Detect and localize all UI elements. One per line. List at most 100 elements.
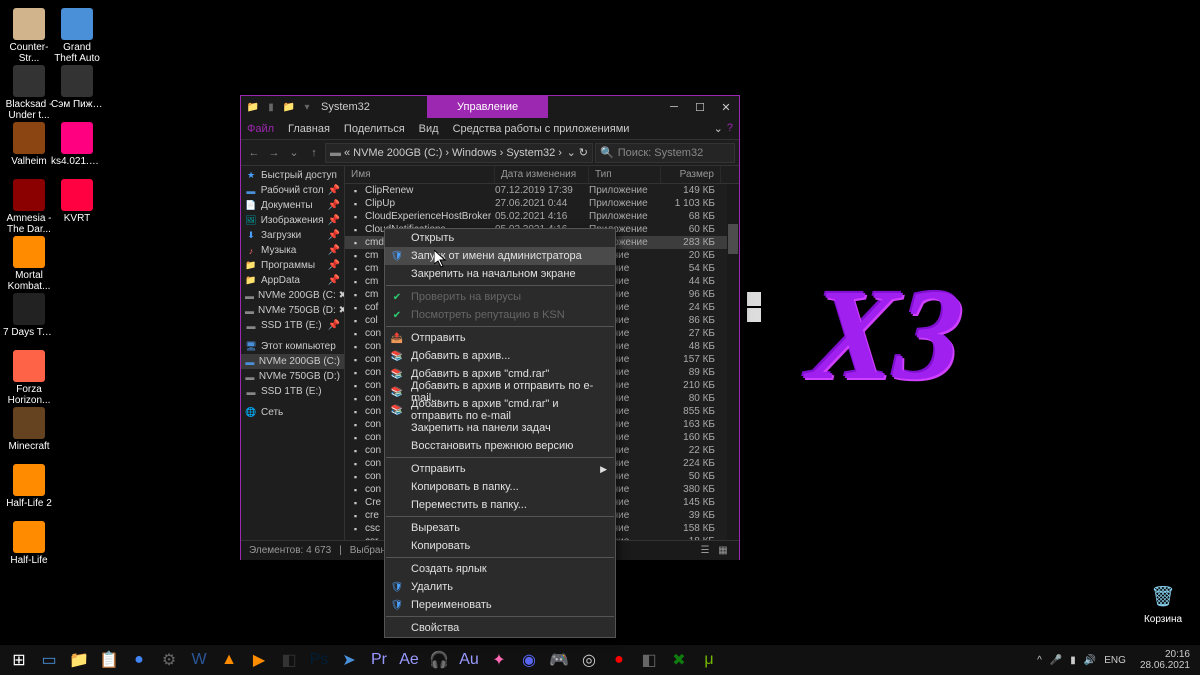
context-menu-item[interactable]: Свойства	[385, 619, 615, 637]
context-menu-item[interactable]: Восстановить прежнюю версию	[385, 437, 615, 455]
help-icon[interactable]: ?	[727, 122, 733, 135]
desktop-icon[interactable]: Half-Life	[6, 521, 52, 566]
taskbar-button[interactable]: ▶	[244, 645, 274, 675]
scrollbar[interactable]	[727, 184, 739, 540]
col-size[interactable]: Размер	[661, 166, 721, 183]
context-menu-item[interactable]: 🛡Запуск от имени администратора	[385, 247, 615, 265]
sidebar-item[interactable]: ▬NVMe 200GB (C:)	[241, 354, 344, 369]
desktop-icon[interactable]: Grand Theft Auto IV	[54, 8, 100, 64]
tab-apptools[interactable]: Средства работы с приложениями	[453, 123, 630, 135]
taskbar-button[interactable]: μ	[694, 645, 724, 675]
col-date[interactable]: Дата изменения	[495, 166, 589, 183]
manage-tab[interactable]: Управление	[427, 96, 548, 118]
taskbar-button[interactable]: 📁	[64, 645, 94, 675]
view-icons-button[interactable]: ▦	[715, 544, 731, 558]
sidebar-item[interactable]: ♪Музыка📌	[241, 243, 344, 258]
desktop-icon[interactable]: Сэм Пижама	[54, 65, 100, 110]
forward-button[interactable]: →	[265, 144, 283, 162]
sidebar-item[interactable]: ★Быстрый доступ	[241, 168, 344, 183]
sidebar-item[interactable]: ▬NVMe 750GB (D:)	[241, 369, 344, 384]
desktop-icon[interactable]: Forza Horizon...	[6, 350, 52, 406]
taskbar-button[interactable]: ⊞	[4, 645, 34, 675]
context-menu-item[interactable]: Открыть	[385, 229, 615, 247]
context-menu-item[interactable]: 📤Отправить	[385, 329, 615, 347]
context-menu-item[interactable]: 📚Добавить в архив...	[385, 347, 615, 365]
taskbar-button[interactable]: W	[184, 645, 214, 675]
history-button[interactable]: ⌄	[285, 144, 303, 162]
tab-view[interactable]: Вид	[419, 123, 439, 135]
context-menu-item[interactable]: ✔Посмотреть репутацию в KSN	[385, 306, 615, 324]
mic-icon[interactable]: 🎤	[1050, 655, 1062, 666]
back-button[interactable]: ←	[245, 144, 263, 162]
file-row[interactable]: ▪CloudExperienceHostBroker05.02.2021 4:1…	[345, 210, 739, 223]
tray-expand-icon[interactable]: ^	[1037, 655, 1042, 666]
desktop-icon[interactable]: Half-Life 2	[6, 464, 52, 509]
taskbar-button[interactable]: ▭	[34, 645, 64, 675]
clock[interactable]: 20:16 28.06.2021	[1134, 649, 1196, 671]
taskbar-button[interactable]: ◉	[514, 645, 544, 675]
taskbar-button[interactable]: ◧	[274, 645, 304, 675]
column-headers[interactable]: Имя Дата изменения Тип Размер	[345, 166, 739, 184]
chevron-down-icon[interactable]: ⌄	[714, 122, 723, 135]
taskbar-button[interactable]: ●	[124, 645, 154, 675]
sidebar-item[interactable]: 🖥Этот компьютер	[241, 339, 344, 354]
minimize-button[interactable]: ─	[661, 96, 687, 118]
taskbar-button[interactable]: Ae	[394, 645, 424, 675]
context-menu-item[interactable]: Копировать в папку...	[385, 478, 615, 496]
context-menu-item[interactable]: 📚Добавить в архив "cmd.rar" и отправить …	[385, 401, 615, 419]
sidebar-item[interactable]: ▬NVMe 200GB (C: ✖	[241, 288, 344, 303]
context-menu-item[interactable]: Закрепить на панели задач	[385, 419, 615, 437]
up-button[interactable]: ↑	[305, 144, 323, 162]
taskbar-button[interactable]: ✦	[484, 645, 514, 675]
desktop-icon[interactable]: Valheim	[6, 122, 52, 167]
sidebar-item[interactable]: ▬SSD 1TB (E:)	[241, 384, 344, 399]
view-details-button[interactable]: ☰	[697, 544, 713, 558]
crumb-system32[interactable]: System32	[506, 147, 555, 159]
breadcrumb[interactable]: ▬ « NVMe 200GB (C:)› Windows› System32› …	[325, 143, 593, 163]
desktop-icon[interactable]: Counter-Str... Global Offe...	[6, 8, 52, 64]
context-menu-item[interactable]: Отправить▶	[385, 460, 615, 478]
context-menu-item[interactable]: Создать ярлык	[385, 560, 615, 578]
sidebar-item[interactable]: 📄Документы📌	[241, 198, 344, 213]
search-input[interactable]: 🔍 Поиск: System32	[595, 143, 735, 163]
taskbar-button[interactable]: 📋	[94, 645, 124, 675]
context-menu-item[interactable]: 🛡Переименовать	[385, 596, 615, 614]
file-row[interactable]: ▪ClipUp27.06.2021 0:44Приложение1 103 КБ	[345, 197, 739, 210]
col-name[interactable]: Имя	[345, 166, 495, 183]
desktop-icon[interactable]: Mortal Kombat...	[6, 236, 52, 292]
scroll-thumb[interactable]	[728, 224, 738, 254]
sidebar-item[interactable]: 📁AppData📌	[241, 273, 344, 288]
taskbar-button[interactable]: 🎧	[424, 645, 454, 675]
sidebar-item[interactable]: 📁Программы📌	[241, 258, 344, 273]
taskbar-button[interactable]: ▲	[214, 645, 244, 675]
context-menu-item[interactable]: Переместить в папку...	[385, 496, 615, 514]
context-menu-item[interactable]: Закрепить на начальном экране	[385, 265, 615, 283]
file-row[interactable]: ▪ClipRenew07.12.2019 17:39Приложение149 …	[345, 184, 739, 197]
desktop-icon[interactable]: Minecraft	[6, 407, 52, 452]
taskbar-button[interactable]: Pr	[364, 645, 394, 675]
taskbar-button[interactable]: Ps	[304, 645, 334, 675]
taskbar-button[interactable]: ◧	[634, 645, 664, 675]
sidebar-item[interactable]: ▬NVMe 750GB (D: ✖	[241, 303, 344, 318]
tab-home[interactable]: Главная	[288, 123, 330, 135]
recycle-bin[interactable]: 🗑 Корзина	[1140, 580, 1186, 625]
tab-share[interactable]: Поделиться	[344, 123, 405, 135]
lang-indicator[interactable]: ENG	[1104, 655, 1126, 666]
sound-icon[interactable]: 🔊	[1084, 655, 1096, 666]
desktop-icon[interactable]: Amnesia - The Dar...	[6, 179, 52, 235]
taskbar-button[interactable]: Au	[454, 645, 484, 675]
taskbar-button[interactable]: ⚙	[154, 645, 184, 675]
sidebar-item[interactable]: ▬SSD 1TB (E:)📌	[241, 318, 344, 333]
desktop-icon[interactable]: 7 Days To Die	[6, 293, 52, 338]
sidebar-item[interactable]: 🖼Изображения📌	[241, 213, 344, 228]
taskbar-button[interactable]: ➤	[334, 645, 364, 675]
col-type[interactable]: Тип	[589, 166, 661, 183]
sidebar-item[interactable]: ⬇Загрузки📌	[241, 228, 344, 243]
desktop-icon[interactable]: KVRT	[54, 179, 100, 224]
crumb-windows[interactable]: Windows	[452, 147, 497, 159]
sidebar-item[interactable]: 🌐Сеть	[241, 405, 344, 420]
desktop-icon[interactable]: Blacksad - Under t...	[6, 65, 52, 121]
context-menu-item[interactable]: Вырезать	[385, 519, 615, 537]
taskbar-button[interactable]: ●	[604, 645, 634, 675]
taskbar-button[interactable]: ✖	[664, 645, 694, 675]
